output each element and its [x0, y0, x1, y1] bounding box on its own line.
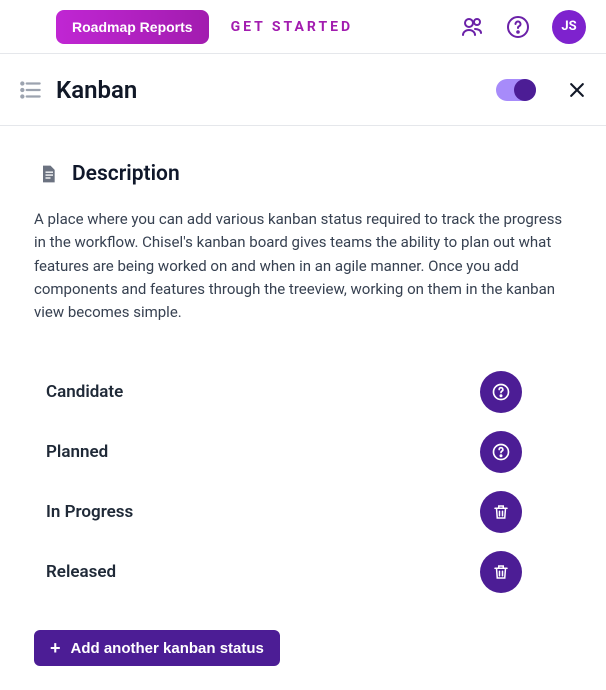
add-button-label: Add another kanban status: [71, 640, 264, 657]
avatar[interactable]: JS: [552, 10, 586, 44]
get-started-link[interactable]: GET STARTED: [231, 19, 354, 35]
description-text: A place where you can add various kanban…: [34, 208, 572, 324]
close-icon[interactable]: [566, 79, 588, 101]
document-icon: [38, 163, 58, 185]
add-kanban-status-button[interactable]: + Add another kanban status: [34, 630, 280, 666]
list-icon: [18, 77, 44, 103]
plus-icon: +: [50, 639, 61, 657]
status-help-button[interactable]: [480, 431, 522, 473]
visibility-toggle[interactable]: [496, 79, 536, 101]
status-row: In Progress: [34, 482, 572, 542]
topbar: Roadmap Reports GET STARTED JS: [0, 0, 606, 54]
status-delete-button[interactable]: [480, 491, 522, 533]
status-label: Planned: [46, 442, 480, 462]
help-icon[interactable]: [506, 15, 530, 39]
section-header: Description: [38, 162, 572, 186]
roadmap-reports-button[interactable]: Roadmap Reports: [56, 10, 209, 44]
people-icon[interactable]: [460, 15, 484, 39]
subheader: Kanban: [0, 54, 606, 126]
page-title: Kanban: [56, 76, 137, 104]
status-delete-button[interactable]: [480, 551, 522, 593]
status-help-button[interactable]: [480, 371, 522, 413]
status-row: Candidate: [34, 362, 572, 422]
content: Description A place where you can add va…: [0, 126, 606, 690]
status-label: In Progress: [46, 502, 480, 522]
status-list: Candidate Planned In Progress Released: [34, 362, 572, 602]
status-row: Planned: [34, 422, 572, 482]
status-row: Released: [34, 542, 572, 602]
status-label: Candidate: [46, 382, 480, 402]
section-title: Description: [72, 162, 180, 186]
status-label: Released: [46, 562, 480, 582]
